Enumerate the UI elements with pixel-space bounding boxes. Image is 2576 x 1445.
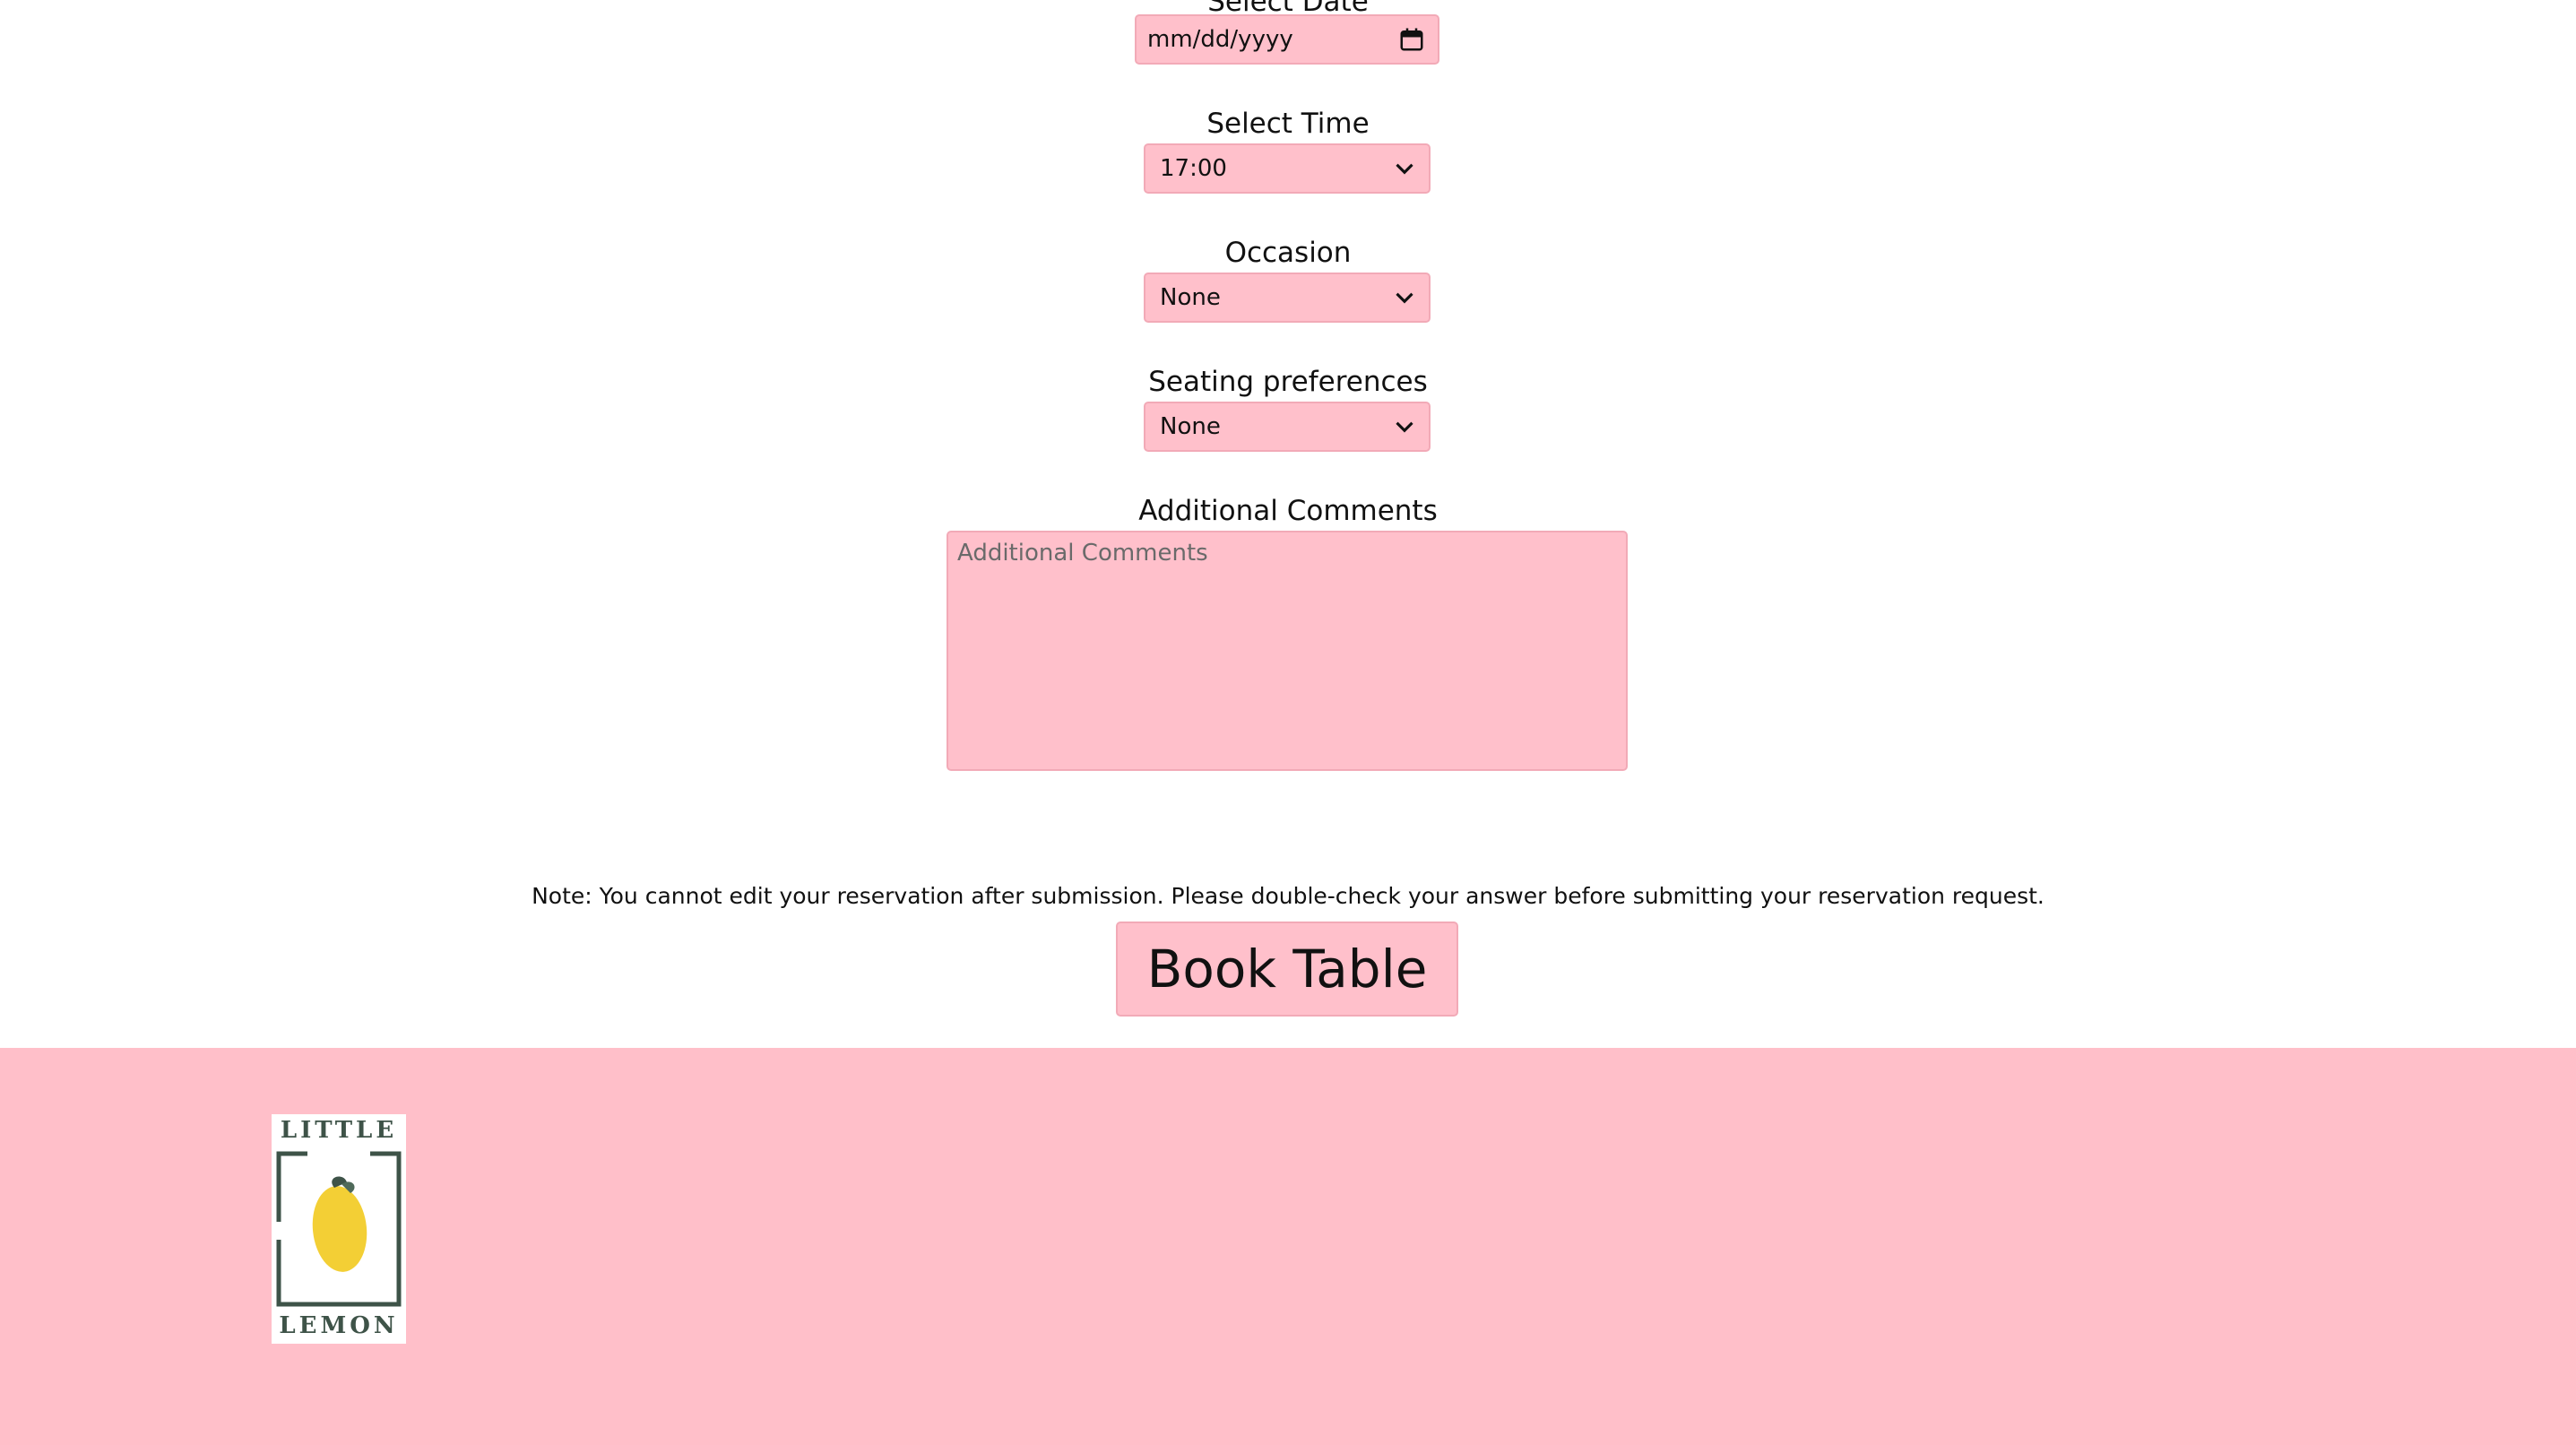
logo-top-text: LITTLE: [281, 1117, 397, 1144]
little-lemon-logo[interactable]: LITTLE LEMON: [272, 1114, 406, 1344]
footer: LITTLE LEMON: [0, 1048, 2576, 1445]
occasion-select[interactable]: None: [1144, 273, 1431, 323]
date-input[interactable]: mm/dd/yyyy: [1135, 14, 1439, 65]
chevron-down-icon: [1396, 421, 1413, 433]
time-label: Select Time: [1206, 108, 1370, 140]
time-select[interactable]: 17:00: [1144, 143, 1431, 194]
seating-select-value: None: [1160, 413, 1221, 440]
comments-placeholder: Additional Comments: [957, 540, 1208, 567]
chevron-down-icon: [1396, 292, 1413, 304]
calendar-icon[interactable]: [1398, 26, 1425, 53]
comments-label: Additional Comments: [1138, 495, 1438, 527]
book-table-button[interactable]: Book Table: [1116, 922, 1458, 1017]
logo-bottom-text: LEMON: [279, 1312, 398, 1339]
submission-note: Note: You cannot edit your reservation a…: [532, 883, 2044, 909]
seating-label: Seating preferences: [1148, 366, 1428, 398]
date-input-placeholder: mm/dd/yyyy: [1147, 26, 1293, 53]
comments-textarea[interactable]: Additional Comments: [947, 531, 1628, 771]
seating-select[interactable]: None: [1144, 402, 1431, 452]
chevron-down-icon: [1396, 163, 1413, 175]
lemon-icon: LITTLE LEMON: [275, 1117, 402, 1339]
occasion-select-value: None: [1160, 284, 1221, 311]
time-select-value: 17:00: [1160, 155, 1227, 182]
reservation-page: Select Date mm/dd/yyyy Select Time 17:00…: [0, 0, 2576, 1445]
reservation-form: Select Date mm/dd/yyyy Select Time 17:00…: [0, 0, 2576, 1048]
occasion-label: Occasion: [1224, 237, 1352, 269]
